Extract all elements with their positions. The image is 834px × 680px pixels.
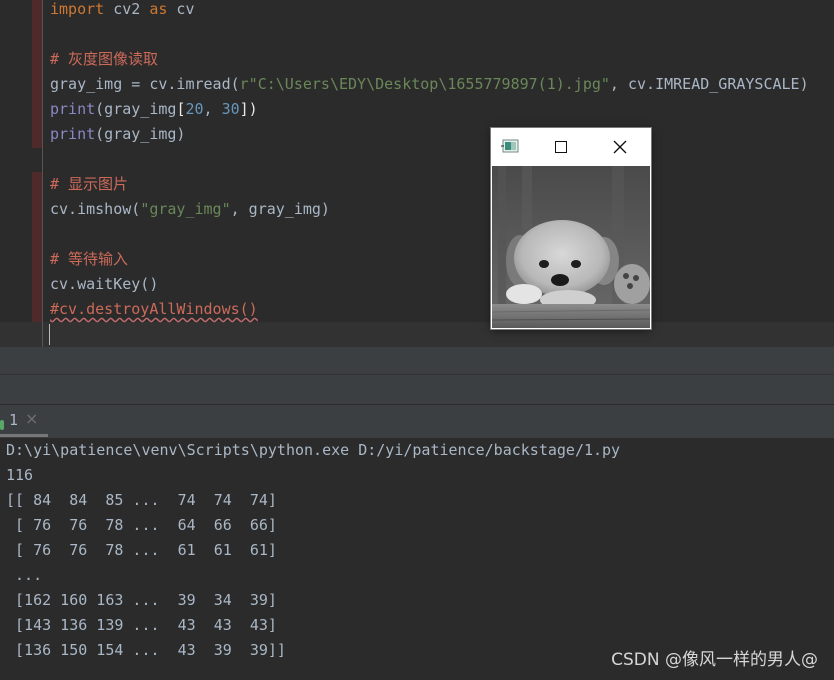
- console-output-line: [ 76 76 78 ... 64 66 66]: [6, 516, 277, 534]
- run-console[interactable]: D:\yi\patience\venv\Scripts\python.exe D…: [0, 438, 834, 680]
- window-titlebar[interactable]: [491, 128, 651, 166]
- code-line-imshow[interactable]: cv.imshow("gray_img", gray_img): [50, 197, 330, 222]
- gutter-change-marker: [32, 0, 42, 148]
- code-line-comment-wait[interactable]: # 等待输入: [50, 247, 128, 272]
- grayscale-puppy-image: [492, 166, 650, 328]
- panel-splitter[interactable]: [0, 374, 834, 405]
- code-editor[interactable]: import cv2 as cv # 灰度图像读取 gray_img = cv.…: [0, 0, 834, 375]
- puppy-photo-drawing: [492, 166, 650, 328]
- active-tab-indicator: [0, 434, 48, 437]
- code-line-imread[interactable]: gray_img = cv.imread(r"C:\Users\EDY\Desk…: [50, 72, 809, 97]
- code-line-comment-read[interactable]: # 灰度图像读取: [50, 47, 158, 72]
- run-tool-window-tabs: [0, 404, 834, 439]
- run-tab-1[interactable]: 1: [9, 411, 18, 429]
- code-line-print-pixel[interactable]: print(gray_img[20, 30]): [50, 97, 258, 122]
- console-output-line: [143 136 139 ... 43 43 43]: [6, 616, 277, 634]
- gutter-change-marker: [32, 172, 42, 322]
- csdn-watermark: CSDN @像风一样的男人@: [611, 650, 818, 670]
- opencv-window-icon: [501, 139, 519, 153]
- current-line-highlight: [0, 322, 834, 347]
- editor-bottom-band: [0, 347, 834, 374]
- opencv-image-window[interactable]: [491, 128, 651, 329]
- console-command-line: D:\yi\patience\venv\Scripts\python.exe D…: [6, 441, 621, 459]
- close-icon[interactable]: [613, 140, 627, 154]
- code-line-import[interactable]: import cv2 as cv: [50, 0, 195, 22]
- code-line-waitkey[interactable]: cv.waitKey(): [50, 272, 158, 297]
- run-status-icon: [0, 420, 4, 430]
- console-output-line: [136 150 154 ... 43 39 39]]: [6, 641, 286, 659]
- maximize-icon[interactable]: [555, 141, 567, 153]
- text-caret: [49, 324, 50, 345]
- gutter-divider: [42, 0, 43, 375]
- console-output-line: [ 76 76 78 ... 61 61 61]: [6, 541, 277, 559]
- code-line-comment-show[interactable]: # 显示图片: [50, 172, 128, 197]
- console-output-line: ...: [6, 566, 43, 584]
- console-output-line: [[ 84 84 85 ... 74 74 74]: [6, 491, 277, 509]
- close-icon[interactable]: ×: [25, 409, 38, 428]
- code-line-print-image[interactable]: print(gray_img): [50, 122, 185, 147]
- console-output-line: 116: [6, 466, 34, 484]
- console-output-line: [162 160 163 ... 39 34 39]: [6, 591, 277, 609]
- code-line-destroy-commented[interactable]: #cv.destroyAllWindows(): [50, 297, 258, 322]
